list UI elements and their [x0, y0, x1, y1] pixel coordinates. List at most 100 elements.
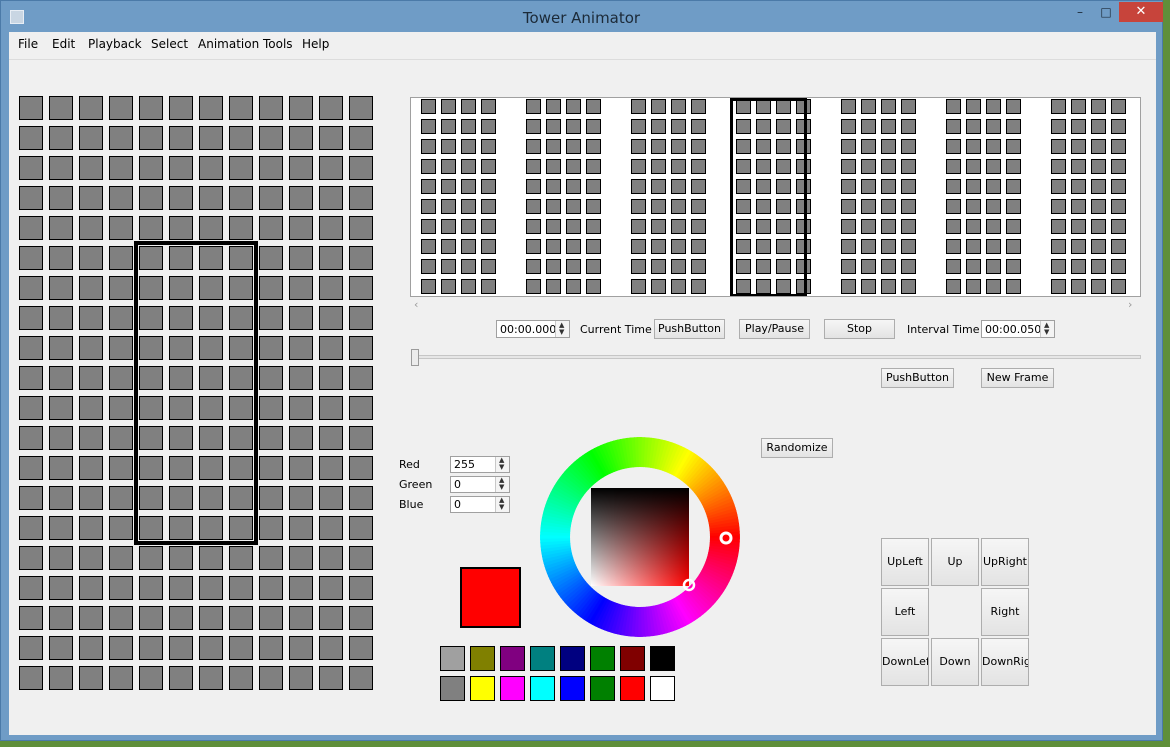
frame-cell[interactable]: [1111, 259, 1126, 274]
frame-cell[interactable]: [986, 219, 1001, 234]
grid-cell[interactable]: [289, 186, 313, 210]
grid-cell[interactable]: [139, 546, 163, 570]
right-button[interactable]: Right: [981, 588, 1029, 636]
frame-cell[interactable]: [901, 239, 916, 254]
frame-cell[interactable]: [946, 159, 961, 174]
upright-button[interactable]: UpRight: [981, 538, 1029, 586]
frame-cell[interactable]: [1051, 179, 1066, 194]
frame-cell[interactable]: [861, 219, 876, 234]
grid-cell[interactable]: [319, 276, 343, 300]
grid-cell[interactable]: [229, 576, 253, 600]
frame-cell[interactable]: [546, 279, 561, 294]
grid-cell[interactable]: [349, 366, 373, 390]
grid-cell[interactable]: [229, 156, 253, 180]
grid-cell[interactable]: [169, 606, 193, 630]
menu-file[interactable]: File: [18, 37, 38, 51]
frame-cell[interactable]: [566, 99, 581, 114]
frame-cell[interactable]: [631, 139, 646, 154]
grid-cell[interactable]: [79, 336, 103, 360]
frame-cell[interactable]: [841, 179, 856, 194]
frame-cell[interactable]: [861, 159, 876, 174]
frame-cell[interactable]: [421, 99, 436, 114]
frame-cell[interactable]: [881, 259, 896, 274]
frame-cell[interactable]: [966, 199, 981, 214]
grid-cell[interactable]: [229, 606, 253, 630]
grid-cell[interactable]: [79, 606, 103, 630]
frame-cell[interactable]: [1091, 239, 1106, 254]
grid-cell[interactable]: [349, 606, 373, 630]
frame-cell[interactable]: [546, 259, 561, 274]
frame-cell[interactable]: [631, 179, 646, 194]
frame-cell[interactable]: [986, 259, 1001, 274]
grid-cell[interactable]: [289, 576, 313, 600]
grid-cell[interactable]: [49, 366, 73, 390]
frame-cell[interactable]: [546, 159, 561, 174]
color-swatch[interactable]: [590, 676, 615, 701]
frame-cell[interactable]: [421, 199, 436, 214]
frame-cell[interactable]: [441, 179, 456, 194]
frame-cell[interactable]: [481, 99, 496, 114]
grid-cell[interactable]: [79, 546, 103, 570]
current-time-spinbox[interactable]: 00:00.000 ▲ ▼: [496, 320, 570, 338]
grid-cell[interactable]: [259, 576, 283, 600]
grid-cell[interactable]: [19, 426, 43, 450]
frame-cell[interactable]: [1051, 139, 1066, 154]
frame-cell[interactable]: [966, 99, 981, 114]
frame-cell[interactable]: [651, 279, 666, 294]
frame-cell[interactable]: [421, 259, 436, 274]
frame-cell[interactable]: [671, 99, 686, 114]
close-button[interactable]: ✕: [1119, 2, 1163, 22]
grid-cell[interactable]: [109, 576, 133, 600]
grid-cell[interactable]: [289, 396, 313, 420]
frame-cell[interactable]: [1006, 259, 1021, 274]
grid-cell[interactable]: [139, 216, 163, 240]
frame-cell[interactable]: [586, 139, 601, 154]
grid-cell[interactable]: [319, 576, 343, 600]
grid-cell[interactable]: [79, 396, 103, 420]
grid-cell[interactable]: [79, 366, 103, 390]
frame-cell[interactable]: [1006, 159, 1021, 174]
grid-cell[interactable]: [19, 576, 43, 600]
frame-cell[interactable]: [546, 179, 561, 194]
frame-cell[interactable]: [691, 199, 706, 214]
frame-cell[interactable]: [901, 279, 916, 294]
timeline-slider-groove[interactable]: [415, 355, 1141, 359]
frame-cell[interactable]: [526, 179, 541, 194]
frame-cell[interactable]: [1111, 99, 1126, 114]
frame-cell[interactable]: [631, 99, 646, 114]
grid-cell[interactable]: [259, 216, 283, 240]
color-wheel[interactable]: [540, 437, 740, 637]
grid-cell[interactable]: [319, 456, 343, 480]
scroll-left-arrow-icon[interactable]: ‹: [414, 298, 418, 311]
grid-cell[interactable]: [289, 126, 313, 150]
frame-cell[interactable]: [1051, 279, 1066, 294]
frame-cell[interactable]: [631, 259, 646, 274]
frame-cell[interactable]: [481, 139, 496, 154]
frame-cell[interactable]: [526, 159, 541, 174]
grid-cell[interactable]: [199, 96, 223, 120]
grid-cell[interactable]: [199, 156, 223, 180]
color-swatch[interactable]: [470, 646, 495, 671]
frame-cell[interactable]: [586, 159, 601, 174]
new-frame-button[interactable]: New Frame: [981, 368, 1054, 388]
menu-playback[interactable]: Playback: [88, 37, 142, 51]
frame-cell[interactable]: [966, 139, 981, 154]
frame-cell[interactable]: [566, 199, 581, 214]
grid-cell[interactable]: [49, 186, 73, 210]
frame-cell[interactable]: [691, 259, 706, 274]
frame-cell[interactable]: [671, 259, 686, 274]
frame-cell[interactable]: [901, 259, 916, 274]
frame-cell[interactable]: [1006, 239, 1021, 254]
frame-cell[interactable]: [986, 159, 1001, 174]
frame-cell[interactable]: [841, 219, 856, 234]
frame-cell[interactable]: [691, 119, 706, 134]
stop-button[interactable]: Stop: [824, 319, 895, 339]
frame-cell[interactable]: [986, 279, 1001, 294]
grid-cell[interactable]: [79, 96, 103, 120]
frame-cell[interactable]: [1006, 139, 1021, 154]
frame-cell[interactable]: [546, 199, 561, 214]
grid-cell[interactable]: [229, 636, 253, 660]
frame-cell[interactable]: [586, 259, 601, 274]
grid-cell[interactable]: [259, 546, 283, 570]
frame-cell[interactable]: [1091, 139, 1106, 154]
